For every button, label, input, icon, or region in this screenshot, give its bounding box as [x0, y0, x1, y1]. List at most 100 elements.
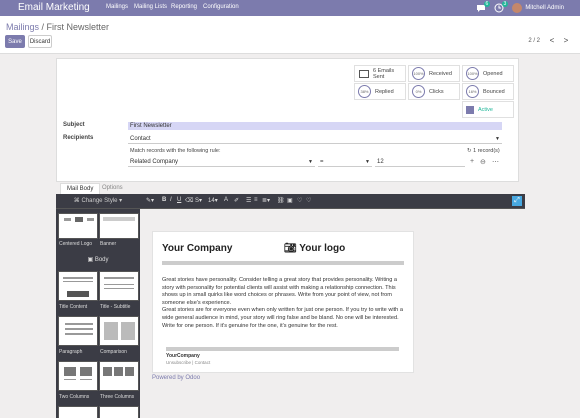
app-title[interactable]: Email Marketing	[18, 2, 90, 13]
form-sheet: 6 Emails Sent 100% Received 100% Opened …	[56, 58, 519, 182]
filter-operator-select[interactable]: = ▼	[318, 158, 372, 167]
story-text-1: Great stories have personality. Consider…	[162, 277, 398, 306]
thumb-bar	[64, 367, 76, 376]
heart-outline-icon[interactable]: ♡	[306, 197, 311, 204]
picture-icon[interactable]: ▣	[287, 197, 293, 204]
breadcrumb-mailings[interactable]: Mailings	[6, 22, 39, 32]
snippet-two-columns[interactable]	[58, 361, 98, 391]
received-button[interactable]: 100% Received	[408, 65, 460, 82]
user-menu[interactable]: Mitchell Admin	[512, 3, 564, 13]
snippet-more[interactable]	[99, 406, 139, 418]
recipients-select[interactable]: Contact ▼	[128, 135, 502, 144]
clicks-button[interactable]: 0% Clicks	[408, 83, 460, 100]
strikethrough-button[interactable]: S▾	[195, 197, 202, 204]
subject-input[interactable]: First Newsletter	[128, 122, 502, 130]
nav-mailing-lists[interactable]: Mailing Lists	[134, 4, 167, 10]
discard-button[interactable]: Discard	[28, 35, 52, 48]
snippet-three-columns[interactable]	[99, 361, 139, 391]
snippet-title-subtitle[interactable]	[99, 271, 139, 301]
divider	[162, 261, 404, 265]
snippet-label: Comparison	[100, 349, 127, 355]
nav-configuration[interactable]: Configuration	[203, 4, 239, 10]
footer-links[interactable]: Unsubscribe | Contact	[166, 360, 210, 365]
font-size-dropdown[interactable]: 14▾	[208, 197, 218, 204]
snippet-label: Paragraph	[59, 349, 83, 355]
replied-ring: 38%	[358, 85, 371, 98]
tab-options[interactable]: Options	[96, 183, 129, 194]
active-label: Active	[478, 106, 493, 113]
ordered-list-icon[interactable]: ≡	[254, 197, 258, 203]
snippet-title-content[interactable]	[58, 271, 98, 301]
underline-button[interactable]: U	[177, 197, 181, 203]
pager-previous-button[interactable]: <	[546, 35, 558, 47]
thumb-bar	[63, 281, 93, 282]
style-dropdown[interactable]: ✎▾	[146, 197, 154, 204]
nav-reporting[interactable]: Reporting	[171, 4, 197, 10]
chevron-down-icon: ▼	[365, 159, 370, 165]
divider	[166, 347, 399, 351]
snippet-label: Centered Logo	[59, 241, 93, 247]
fullscreen-icon[interactable]: ⤢	[512, 196, 522, 206]
change-style-button[interactable]: ⌘ Change Style ▾	[56, 194, 140, 209]
user-name: Mitchell Admin	[525, 5, 564, 11]
thumb-bar	[64, 218, 71, 221]
activity-clock-icon[interactable]: 3	[494, 1, 509, 13]
delete-rule-icon[interactable]: ⊖	[480, 158, 486, 166]
eraser-icon[interactable]: ⌫	[185, 197, 193, 204]
pager-next-button[interactable]: >	[560, 35, 572, 47]
filter-field-select[interactable]: Related Company ▼	[128, 158, 315, 167]
opened-ring: 100%	[466, 67, 479, 80]
paragraph-align-icon[interactable]: ≣▾	[262, 197, 270, 204]
domain-rule-text: Match records with the following rule:	[130, 148, 221, 154]
messages-count: 6	[483, 1, 491, 7]
company-logo[interactable]: 📷︎ Your logo	[284, 243, 345, 254]
story-paragraph[interactable]: Great stories have personality. Consider…	[162, 277, 406, 330]
filter-value-input[interactable]: 12	[375, 158, 465, 167]
active-toggle-button[interactable]: Active	[462, 101, 514, 118]
emails-sent-button[interactable]: 6 Emails Sent	[354, 65, 406, 82]
opened-button[interactable]: 100% Opened	[462, 65, 514, 82]
snippet-label: Title Content	[59, 304, 88, 310]
thumb-bar	[80, 367, 92, 376]
thumb-bar	[75, 217, 83, 222]
received-label: Received	[429, 70, 452, 77]
archive-icon	[466, 105, 474, 114]
camera-icon: 📷︎	[284, 243, 300, 254]
powered-by: Powered by Odoo	[152, 375, 200, 381]
chevron-down-icon: ▼	[495, 136, 500, 142]
save-button[interactable]: Save	[5, 35, 25, 48]
bounced-label: Bounced	[483, 88, 505, 95]
nav-mailings[interactable]: Mailings	[106, 4, 128, 10]
link-icon[interactable]: ⛓	[277, 197, 285, 204]
highlight-icon[interactable]: ✐	[234, 197, 239, 204]
subject-label: Subject	[63, 122, 85, 128]
company-name[interactable]: Your Company	[162, 243, 232, 254]
snippet-centered-logo[interactable]	[58, 213, 98, 239]
snippet-more[interactable]	[58, 406, 98, 418]
bounced-button[interactable]: 16% Bounced	[462, 83, 514, 100]
messages-icon[interactable]: 6	[476, 1, 491, 13]
bold-button[interactable]: B	[162, 197, 166, 203]
logo-text: Your logo	[299, 243, 346, 254]
replied-button[interactable]: 38% Replied	[354, 83, 406, 100]
snippet-paragraph[interactable]	[58, 316, 98, 346]
records-count-link[interactable]: ↻ 1 record(s)	[467, 148, 500, 154]
font-color-button[interactable]: A	[224, 197, 228, 203]
add-rule-icon[interactable]: +	[470, 158, 474, 165]
more-options-icon[interactable]: ⋯	[492, 158, 499, 166]
thumb-bar	[65, 328, 93, 330]
unordered-list-icon[interactable]: ☰	[246, 197, 251, 204]
snippet-label: Two Columns	[59, 394, 90, 400]
received-ring: 100%	[412, 67, 425, 80]
change-style-label: Change Style	[81, 198, 118, 204]
recipients-value: Contact	[130, 136, 151, 142]
heart-icon[interactable]: ♡	[297, 197, 302, 204]
thumb-bar	[103, 367, 112, 376]
footer-company: YourCompany	[166, 353, 200, 359]
thumb-bar	[67, 291, 89, 297]
email-canvas[interactable]: Your Company 📷︎ Your logo Great stories …	[152, 231, 414, 373]
snippet-comparison[interactable]	[99, 316, 139, 346]
italic-button[interactable]: I	[170, 197, 172, 203]
powered-brand[interactable]: Odoo	[185, 375, 200, 381]
snippet-banner[interactable]	[99, 213, 139, 239]
